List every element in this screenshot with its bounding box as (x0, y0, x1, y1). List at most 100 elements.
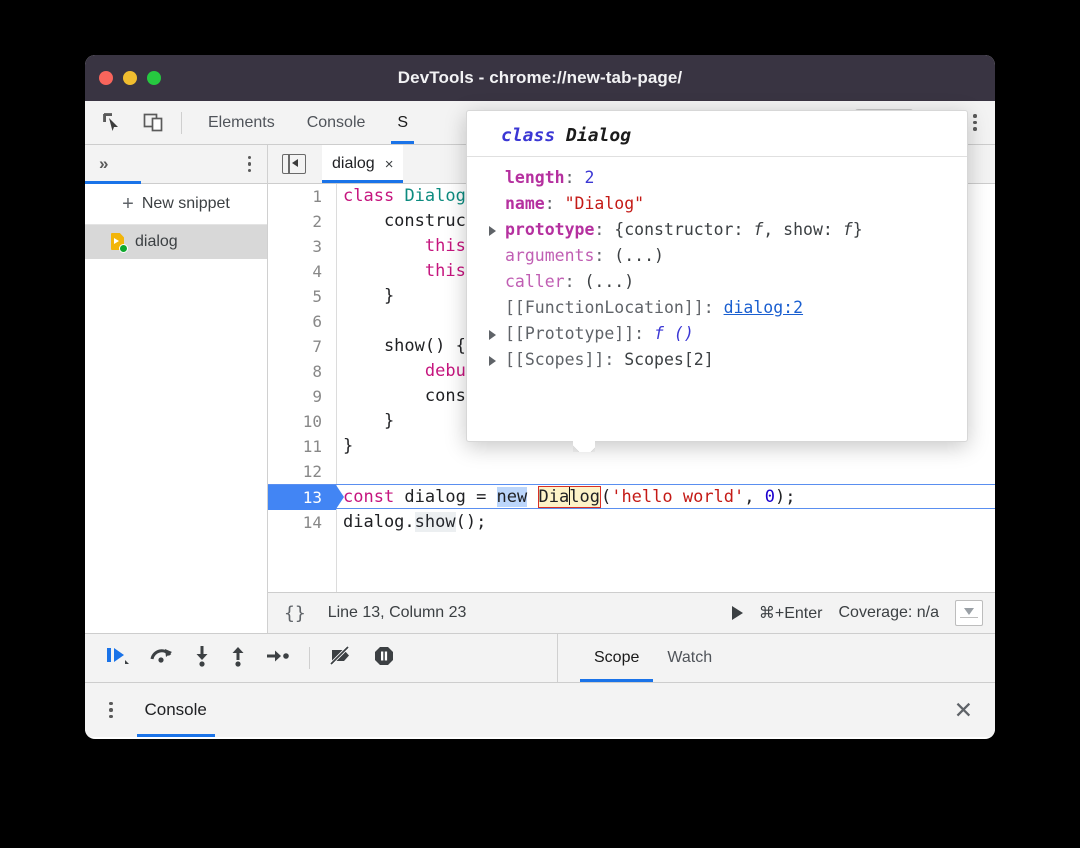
popover-title: class Dialog (467, 111, 967, 157)
editor-tab-dialog[interactable]: dialog × (322, 145, 403, 183)
line-number: 14 (268, 510, 322, 535)
tab-elements[interactable]: Elements (192, 101, 291, 144)
run-snippet-icon[interactable] (732, 606, 743, 620)
property-row[interactable]: name: "Dialog" (487, 191, 967, 217)
property-row[interactable]: [[Prototype]]: f () (487, 321, 967, 347)
step-over-next-function-call-icon[interactable] (149, 645, 175, 672)
property-value: "Dialog" (565, 194, 644, 213)
line-content: show() { (343, 334, 466, 359)
property-row[interactable]: caller: (...) (487, 269, 967, 295)
sidebar-header: » (85, 145, 267, 184)
line-content: } (343, 409, 394, 434)
cursor-position: Line 13, Column 23 (328, 604, 467, 622)
tab-console[interactable]: Console (291, 101, 382, 144)
popover-properties: length: 2 name: "Dialog" prototype: {con… (467, 157, 967, 373)
editor-tab-label: dialog (332, 155, 375, 173)
property-key: name (505, 194, 545, 213)
window-title: DevTools - chrome://new-tab-page/ (85, 68, 995, 88)
line-number: 6 (268, 309, 322, 334)
window-titlebar: DevTools - chrome://new-tab-page/ (85, 55, 995, 101)
property-row[interactable]: arguments: (...) (487, 243, 967, 269)
kebab-menu-icon[interactable] (248, 156, 252, 173)
property-value: (...) (614, 246, 664, 265)
line-content: dialog.show(); (343, 510, 486, 535)
line-number: 9 (268, 384, 322, 409)
device-toolbar-icon[interactable] (139, 109, 169, 137)
property-value: {constructor: f, show: f} (614, 220, 862, 239)
line-content: } (343, 434, 353, 459)
deactivate-breakpoints-icon[interactable] (328, 645, 354, 672)
sidebar-empty-area (85, 259, 267, 633)
property-row[interactable]: [[Scopes]]: Scopes[2] (487, 347, 967, 373)
close-window-button[interactable] (99, 71, 113, 85)
property-value: Scopes[2] (624, 350, 713, 369)
devtools-panel-tabs: Elements Console S (192, 101, 424, 144)
close-icon[interactable]: × (385, 156, 394, 173)
step-out-of-current-function-icon[interactable] (229, 645, 247, 672)
inspect-element-icon[interactable] (97, 109, 127, 137)
line-content: const dialog = new Dialog('hello world',… (343, 485, 795, 510)
property-key: [[FunctionLocation]] (505, 298, 704, 317)
debugger-divider (309, 647, 310, 669)
run-shortcut-label: ⌘+Enter (759, 603, 823, 623)
debugger-row: Scope Watch (85, 633, 995, 682)
object-preview-popover: class Dialog length: 2 name: "Dialog" pr… (466, 110, 968, 442)
property-value-link[interactable]: dialog:2 (724, 298, 803, 317)
popover-title-keyword: class (501, 125, 555, 146)
code-line: 12 (268, 459, 995, 484)
expand-triangle-icon[interactable] (489, 356, 496, 366)
line-number: 10 (268, 409, 322, 434)
step-into-next-function-call-icon[interactable] (193, 645, 211, 672)
property-key: length (505, 168, 565, 187)
console-drawer: Console ✕ (85, 682, 995, 737)
property-row[interactable]: length: 2 (487, 165, 967, 191)
property-row[interactable]: [[FunctionLocation]]: dialog:2 (487, 295, 967, 321)
dropdown-more-icon[interactable] (955, 600, 983, 626)
pretty-print-icon[interactable]: {} (284, 603, 306, 624)
line-number: 13 (268, 485, 322, 510)
property-key: caller (505, 272, 565, 291)
step-icon[interactable] (265, 645, 291, 672)
status-bar-right: ⌘+Enter Coverage: n/a (732, 600, 983, 626)
property-value: (...) (584, 272, 634, 291)
snippets-sidebar: » + New snippet dialog (85, 145, 268, 633)
pause-on-exceptions-icon[interactable] (372, 644, 396, 673)
line-number: 4 (268, 259, 322, 284)
hovered-token-dialog[interactable]: Dialog (538, 486, 601, 508)
property-row[interactable]: prototype: {constructor: f, show: f} (487, 217, 967, 243)
property-key: [[Scopes]] (505, 350, 604, 369)
close-icon[interactable]: ✕ (954, 699, 973, 722)
chevron-double-right-icon[interactable]: » (99, 154, 106, 174)
line-number: 3 (268, 234, 322, 259)
resume-script-execution-icon[interactable] (105, 645, 131, 672)
tab-scope[interactable]: Scope (580, 634, 653, 682)
code-line: 14 dialog.show(); (268, 510, 995, 535)
popover-pointer-arrow (573, 441, 595, 452)
line-number: 12 (268, 459, 322, 484)
line-number: 2 (268, 209, 322, 234)
line-number: 8 (268, 359, 322, 384)
new-snippet-button[interactable]: + New snippet (85, 184, 267, 225)
snippet-file-icon (111, 233, 126, 251)
line-number: 11 (268, 434, 322, 459)
line-number: 7 (268, 334, 322, 359)
sidebar-item-dialog[interactable]: dialog (85, 225, 267, 259)
drawer-tab-console[interactable]: Console (141, 683, 211, 737)
tab-sources[interactable]: S (381, 101, 424, 144)
line-number: 5 (268, 284, 322, 309)
tab-watch[interactable]: Watch (653, 634, 726, 682)
zoom-window-button[interactable] (147, 71, 161, 85)
expand-triangle-icon[interactable] (489, 330, 496, 340)
show-navigator-icon[interactable] (282, 154, 306, 174)
minimize-window-button[interactable] (123, 71, 137, 85)
property-value: f () (654, 324, 694, 343)
sidebar-item-label: dialog (135, 233, 178, 251)
toolbar-divider (181, 112, 182, 134)
debugger-toolbar (85, 634, 558, 682)
property-key: arguments (505, 246, 594, 265)
kebab-menu-icon[interactable] (109, 702, 113, 719)
property-key: prototype (505, 220, 594, 239)
property-key: [[Prototype]] (505, 324, 634, 343)
expand-triangle-icon[interactable] (489, 226, 496, 236)
line-content: class Dialog { (343, 184, 486, 209)
